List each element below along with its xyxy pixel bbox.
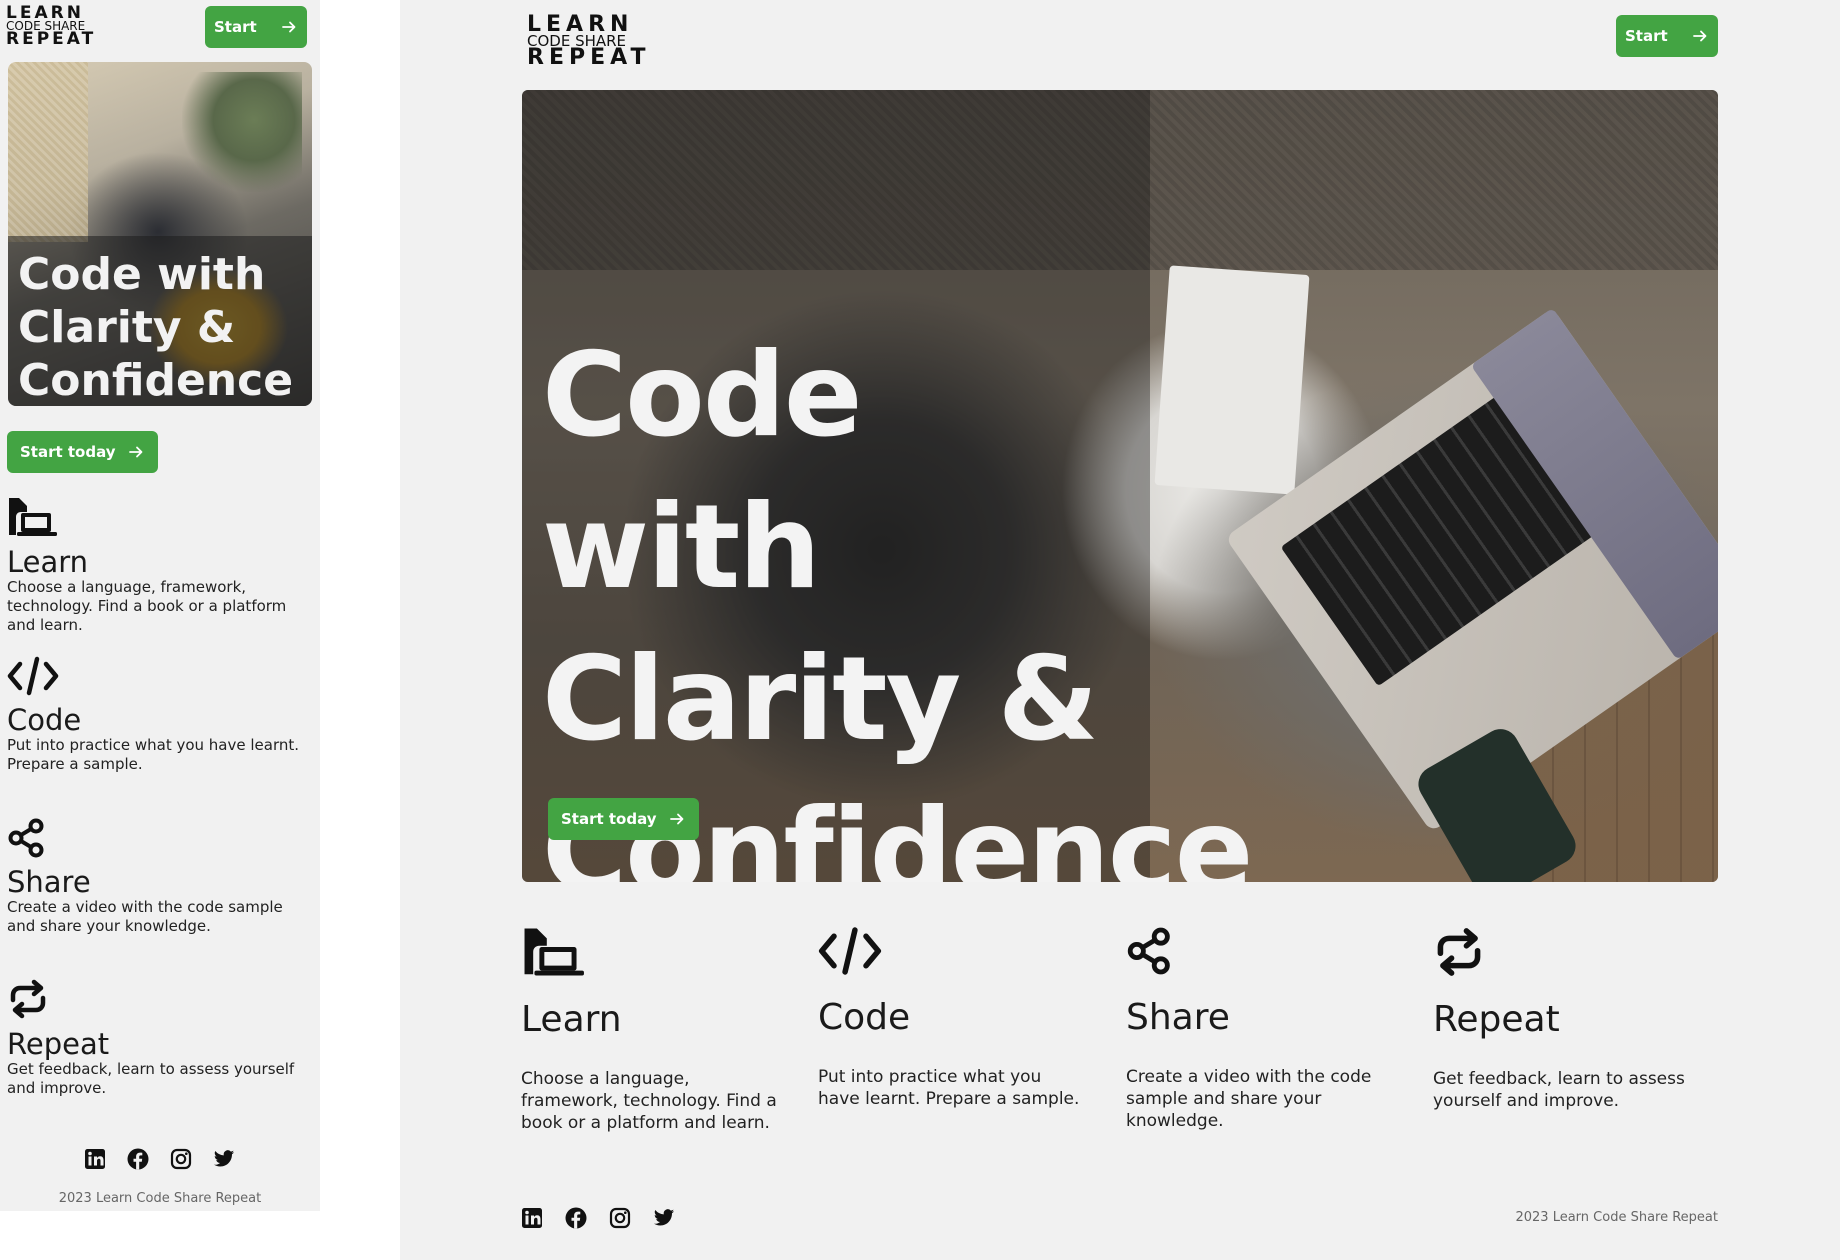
feature-repeat: Repeat Get feedback, learn to assess you…: [1433, 926, 1703, 1112]
feature-title: Repeat: [7, 1027, 110, 1061]
feature-desc: Choose a language, framework, technology…: [521, 1069, 777, 1133]
logo[interactable]: LEARN CODE SHARE REPEAT: [6, 4, 97, 50]
feature-repeat: Repeat Get feedback, learn to assess you…: [7, 978, 313, 1098]
logo-line-repeat: REPEAT: [527, 45, 651, 71]
repeat-arrows-icon: [1433, 926, 1703, 978]
linkedin-icon[interactable]: [521, 1207, 543, 1229]
instagram-icon[interactable]: [170, 1148, 192, 1170]
start-today-button[interactable]: Start today: [548, 798, 699, 840]
twitter-icon[interactable]: [653, 1207, 675, 1229]
desktop-preview: LEARN CODE SHARE REPEAT Start Code with …: [400, 0, 1840, 1260]
learn-book-laptop-icon: [7, 496, 313, 538]
arrow-right-icon: [669, 811, 685, 827]
share-icon: [7, 818, 313, 858]
feature-desc: Put into practice what you have learnt. …: [818, 1067, 1080, 1109]
logo-line-repeat: REPEAT: [6, 29, 97, 50]
learn-book-laptop-icon: [521, 926, 791, 978]
feature-desc: Create a video with the code sample and …: [1126, 1067, 1372, 1131]
social-links: [521, 1207, 675, 1229]
mobile-preview: LEARN CODE SHARE REPEAT Start Code with …: [0, 0, 320, 1211]
feature-code: Code Put into practice what you have lea…: [7, 656, 313, 774]
feature-title: Code: [7, 703, 82, 737]
start-button-label: Start: [214, 18, 257, 36]
logo[interactable]: LEARN CODE SHARE REPEAT: [527, 14, 651, 71]
start-today-label: Start today: [561, 810, 657, 828]
facebook-icon[interactable]: [565, 1207, 587, 1229]
feature-desc: Get feedback, learn to assess yourself a…: [1433, 1069, 1685, 1111]
hero-image: Code with Clarity & Confidence: [522, 90, 1718, 882]
arrow-right-icon: [128, 444, 144, 460]
feature-learn: Learn Choose a language, framework, tech…: [7, 496, 313, 635]
feature-title: Share: [1126, 997, 1230, 1038]
arrow-right-icon: [1692, 28, 1708, 44]
copyright: 2023 Learn Code Share Repeat: [1515, 1210, 1718, 1225]
repeat-arrows-icon: [7, 978, 313, 1020]
feature-desc: Put into practice what you have learnt. …: [7, 736, 300, 773]
feature-title: Learn: [7, 545, 89, 579]
copyright: 2023 Learn Code Share Repeat: [58, 1191, 262, 1206]
start-today-button[interactable]: Start today: [7, 431, 158, 473]
feature-desc: Choose a language, framework, technology…: [7, 578, 287, 634]
hero-heading: Code with Clarity & Confidence: [18, 249, 294, 406]
instagram-icon[interactable]: [609, 1207, 631, 1229]
feature-share: Share Create a video with the code sampl…: [1126, 926, 1396, 1132]
feature-code: Code Put into practice what you have lea…: [818, 926, 1088, 1110]
feature-title: Share: [7, 865, 91, 899]
feature-share: Share Create a video with the code sampl…: [7, 818, 313, 936]
feature-desc: Create a video with the code sample and …: [7, 898, 283, 935]
feature-title: Repeat: [1433, 999, 1560, 1040]
feature-desc: Get feedback, learn to assess yourself a…: [7, 1060, 295, 1097]
code-brackets-icon: [818, 926, 1088, 976]
feature-title: Learn: [521, 999, 622, 1040]
start-button[interactable]: Start: [205, 6, 307, 48]
linkedin-icon[interactable]: [84, 1148, 106, 1170]
facebook-icon[interactable]: [127, 1148, 149, 1170]
twitter-icon[interactable]: [213, 1148, 235, 1170]
hero-image: Code with Clarity & Confidence: [8, 62, 312, 406]
social-links: [84, 1148, 235, 1170]
feature-title: Code: [818, 997, 911, 1038]
start-button-label: Start: [1625, 27, 1668, 45]
arrow-right-icon: [281, 19, 297, 35]
start-button[interactable]: Start: [1616, 15, 1718, 57]
feature-learn: Learn Choose a language, framework, tech…: [521, 926, 791, 1134]
share-icon: [1126, 926, 1396, 976]
start-today-label: Start today: [20, 443, 116, 461]
code-brackets-icon: [7, 656, 313, 696]
